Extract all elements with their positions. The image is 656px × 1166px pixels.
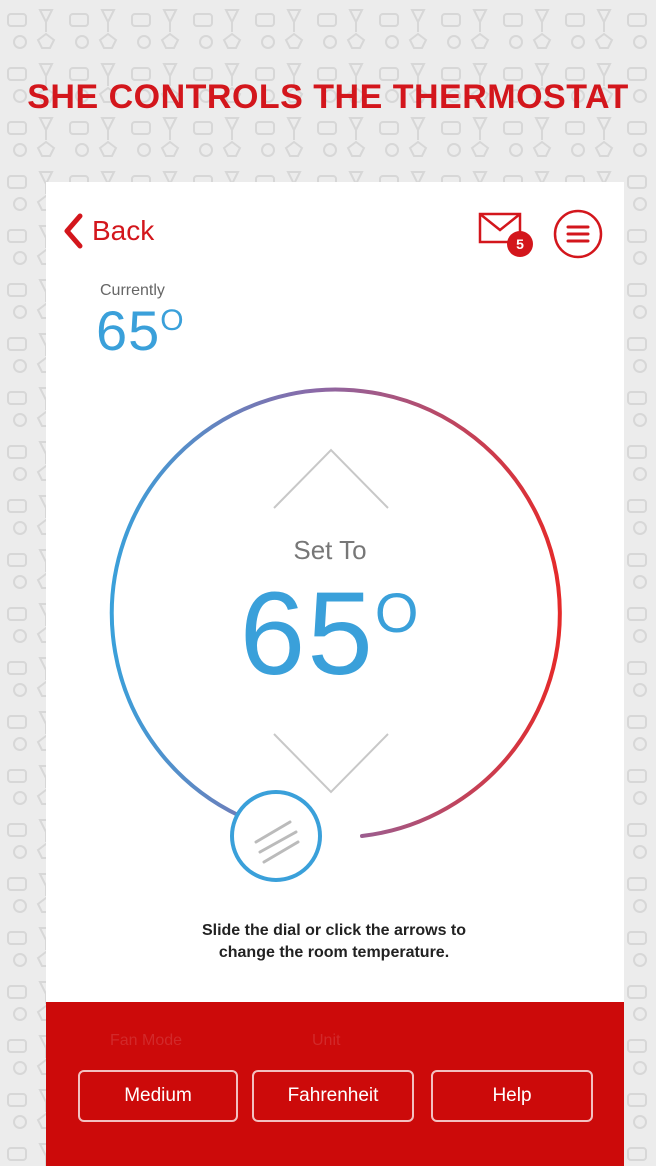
set-to-label: Set To [293, 535, 367, 565]
dial-instructions: Slide the dial or click the arrows to ch… [156, 920, 512, 964]
increase-temp-arrow[interactable] [272, 446, 390, 510]
unit-label: Unit [312, 1032, 341, 1049]
current-temp-value: 65O [96, 298, 185, 363]
promo-banner-title: SHE CONTROLS THE THERMOSTAT [27, 78, 629, 116]
set-temp-value: 65O [190, 566, 470, 702]
help-button[interactable]: Help [431, 1070, 593, 1122]
dial-knob[interactable] [230, 790, 322, 882]
back-button[interactable]: Back [62, 212, 154, 250]
fan-mode-label: Fan Mode [110, 1032, 183, 1049]
current-degree-symbol: O [160, 304, 185, 337]
hamburger-menu-icon[interactable] [552, 208, 604, 260]
messages-button[interactable]: 5 [478, 212, 538, 258]
set-temp-number: 65 [239, 568, 375, 700]
fan-speed-button[interactable]: Medium [78, 1070, 238, 1122]
set-degree-symbol: O [374, 581, 421, 644]
chevron-left-icon [64, 213, 83, 249]
decrease-temp-arrow[interactable] [272, 732, 390, 796]
back-label: Back [92, 215, 155, 246]
hint-line-1: Slide the dial or click the arrows to [201, 922, 467, 939]
unit-toggle-button[interactable]: Fahrenheit [252, 1070, 414, 1122]
current-temp-number: 65 [96, 299, 161, 362]
mail-count-badge: 5 [507, 231, 533, 257]
hint-line-2: change the room temperature. [218, 944, 450, 961]
